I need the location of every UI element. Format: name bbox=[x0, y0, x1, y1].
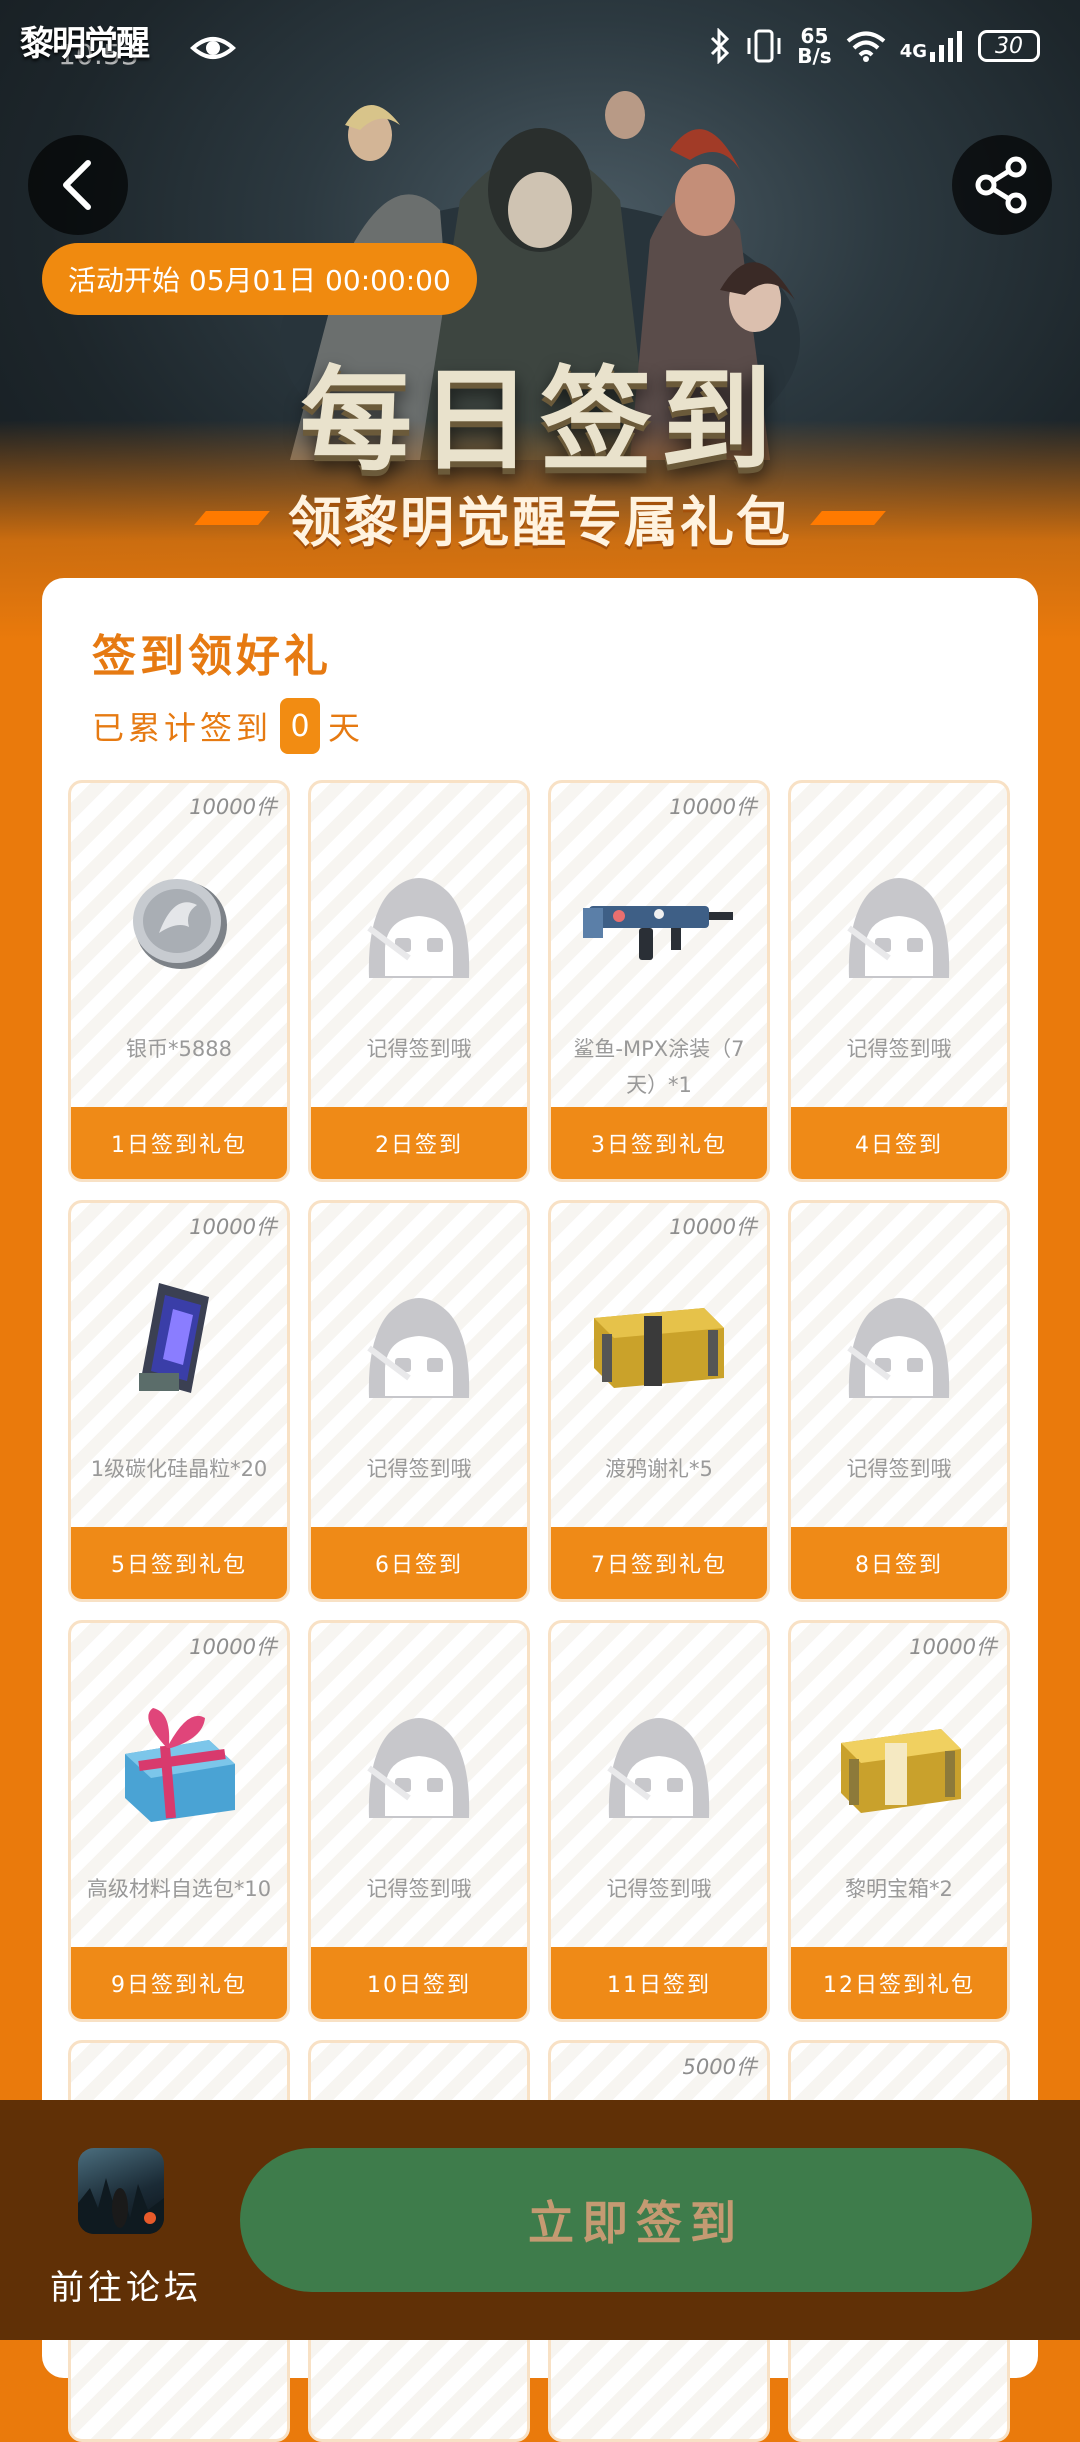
reward-name: 记得签到哦 bbox=[846, 1457, 952, 1481]
reward-name: 记得签到哦 bbox=[366, 1877, 472, 1901]
reward-day-label: 1日签到礼包 bbox=[71, 1107, 287, 1179]
reward-name: 黎明宝箱*2 bbox=[845, 1877, 953, 1901]
network-speed: 65 B/s bbox=[797, 24, 832, 68]
network-type: 4G bbox=[899, 41, 927, 62]
reward-tile[interactable]: 记得签到哦 6日签到 bbox=[308, 1200, 530, 1602]
chevron-left-icon bbox=[63, 160, 91, 210]
reward-quantity: 5000件 bbox=[682, 2055, 757, 2079]
share-button[interactable] bbox=[952, 135, 1052, 235]
placeholder-hood-icon bbox=[311, 1693, 527, 1833]
status-bar: 10:53 黎明觉醒 65 B/s 4G 30 bbox=[0, 0, 1080, 96]
back-button[interactable] bbox=[28, 135, 128, 235]
reward-tile[interactable]: 10000件鲨鱼-MPX涂装（7天）*1 3日签到礼包 bbox=[548, 780, 770, 1182]
reward-name: 记得签到哦 bbox=[606, 1877, 712, 1901]
reward-day-label: 8日签到 bbox=[791, 1527, 1007, 1599]
crystal-icon bbox=[71, 1273, 287, 1413]
silver-coin-icon bbox=[71, 853, 287, 993]
decor-dash-right bbox=[810, 510, 886, 525]
event-start-badge: 活动开始 05月01日 00:00:00 bbox=[42, 243, 477, 315]
share-icon bbox=[975, 156, 1027, 214]
reward-tile[interactable]: 10000件黎明宝箱*2 12日签到礼包 bbox=[788, 1620, 1010, 2022]
reward-name: 高级材料自选包*10 bbox=[86, 1877, 272, 1901]
reward-tile[interactable]: 记得签到哦 2日签到 bbox=[308, 780, 530, 1182]
reward-tile[interactable]: 记得签到哦 4日签到 bbox=[788, 780, 1010, 1182]
placeholder-hood-icon bbox=[311, 1273, 527, 1413]
decor-dash-left bbox=[194, 510, 270, 525]
reward-name: 1级碳化硅晶粒*20 bbox=[90, 1457, 268, 1481]
reward-day-label: 9日签到礼包 bbox=[71, 1947, 287, 2019]
vibrate-icon bbox=[747, 29, 781, 63]
reward-tile[interactable]: 记得签到哦 8日签到 bbox=[788, 1200, 1010, 1602]
page-subtitle: 领黎明觉醒专属礼包 bbox=[288, 491, 792, 554]
reward-quantity: 10000件 bbox=[669, 795, 757, 819]
reward-name: 记得签到哦 bbox=[366, 1457, 472, 1481]
signin-count: 已累计签到 0 天 bbox=[92, 698, 364, 754]
reward-name: 银币*5888 bbox=[126, 1037, 232, 1061]
placeholder-hood-icon bbox=[791, 1273, 1007, 1413]
forum-link[interactable]: 前往论坛 bbox=[50, 2260, 202, 2309]
hero-banner: 每日签到 领黎明觉醒专属礼包 bbox=[0, 0, 1080, 640]
gift-box-icon bbox=[71, 1693, 287, 1833]
page-title: 每日签到 bbox=[300, 356, 780, 486]
reward-tile[interactable]: 记得签到哦 11日签到 bbox=[548, 1620, 770, 2022]
reward-quantity: 10000件 bbox=[669, 1215, 757, 1239]
bluetooth-icon bbox=[711, 28, 730, 64]
reward-name: 记得签到哦 bbox=[366, 1037, 472, 1061]
reward-quantity: 10000件 bbox=[189, 1215, 277, 1239]
signal-icon bbox=[930, 31, 962, 62]
reward-tile[interactable]: 10000件 1级碳化硅晶粒*20 5日签到礼包 bbox=[68, 1200, 290, 1602]
reward-quantity: 10000件 bbox=[189, 1635, 277, 1659]
reward-tile[interactable]: 10000件渡鸦谢礼*5 7日签到礼包 bbox=[548, 1200, 770, 1602]
reward-day-label: 10日签到 bbox=[311, 1947, 527, 2019]
reward-name: 渡鸦谢礼*5 bbox=[605, 1457, 713, 1481]
reward-day-label: 3日签到礼包 bbox=[551, 1107, 767, 1179]
reward-name: 鲨鱼-MPX涂装（7天）*1 bbox=[573, 1037, 745, 1097]
reward-tile[interactable]: 10000件高级材料自选包*10 9日签到礼包 bbox=[68, 1620, 290, 2022]
wifi-icon bbox=[846, 31, 885, 62]
supply-crate-icon bbox=[551, 1273, 767, 1413]
reward-day-label: 4日签到 bbox=[791, 1107, 1007, 1179]
reward-day-label: 12日签到礼包 bbox=[791, 1947, 1007, 2019]
card-title: 签到领好礼 bbox=[92, 631, 332, 682]
signin-count-value: 0 bbox=[280, 698, 321, 754]
placeholder-hood-icon bbox=[551, 1693, 767, 1833]
app-logo: 黎明觉醒 bbox=[20, 24, 150, 64]
smg-icon bbox=[551, 853, 767, 993]
bottom-bar: 前往论坛 立即签到 bbox=[0, 2100, 1080, 2340]
reward-day-label: 5日签到礼包 bbox=[71, 1527, 287, 1599]
eye-icon bbox=[190, 37, 236, 59]
signin-now-button[interactable]: 立即签到 bbox=[240, 2148, 1032, 2292]
game-app-icon[interactable] bbox=[78, 2148, 164, 2234]
reward-day-label: 7日签到礼包 bbox=[551, 1527, 767, 1599]
reward-day-label: 2日签到 bbox=[311, 1107, 527, 1179]
placeholder-hood-icon bbox=[791, 853, 1007, 993]
placeholder-hood-icon bbox=[311, 853, 527, 993]
battery-icon: 30 bbox=[978, 30, 1040, 62]
reward-day-label: 11日签到 bbox=[551, 1947, 767, 2019]
gold-chest-icon bbox=[791, 1693, 1007, 1833]
reward-quantity: 10000件 bbox=[909, 1635, 997, 1659]
reward-tile[interactable]: 10000件银币*5888 1日签到礼包 bbox=[68, 780, 290, 1182]
reward-quantity: 10000件 bbox=[189, 795, 277, 819]
reward-day-label: 6日签到 bbox=[311, 1527, 527, 1599]
reward-tile[interactable]: 记得签到哦 10日签到 bbox=[308, 1620, 530, 2022]
reward-name: 记得签到哦 bbox=[846, 1037, 952, 1061]
